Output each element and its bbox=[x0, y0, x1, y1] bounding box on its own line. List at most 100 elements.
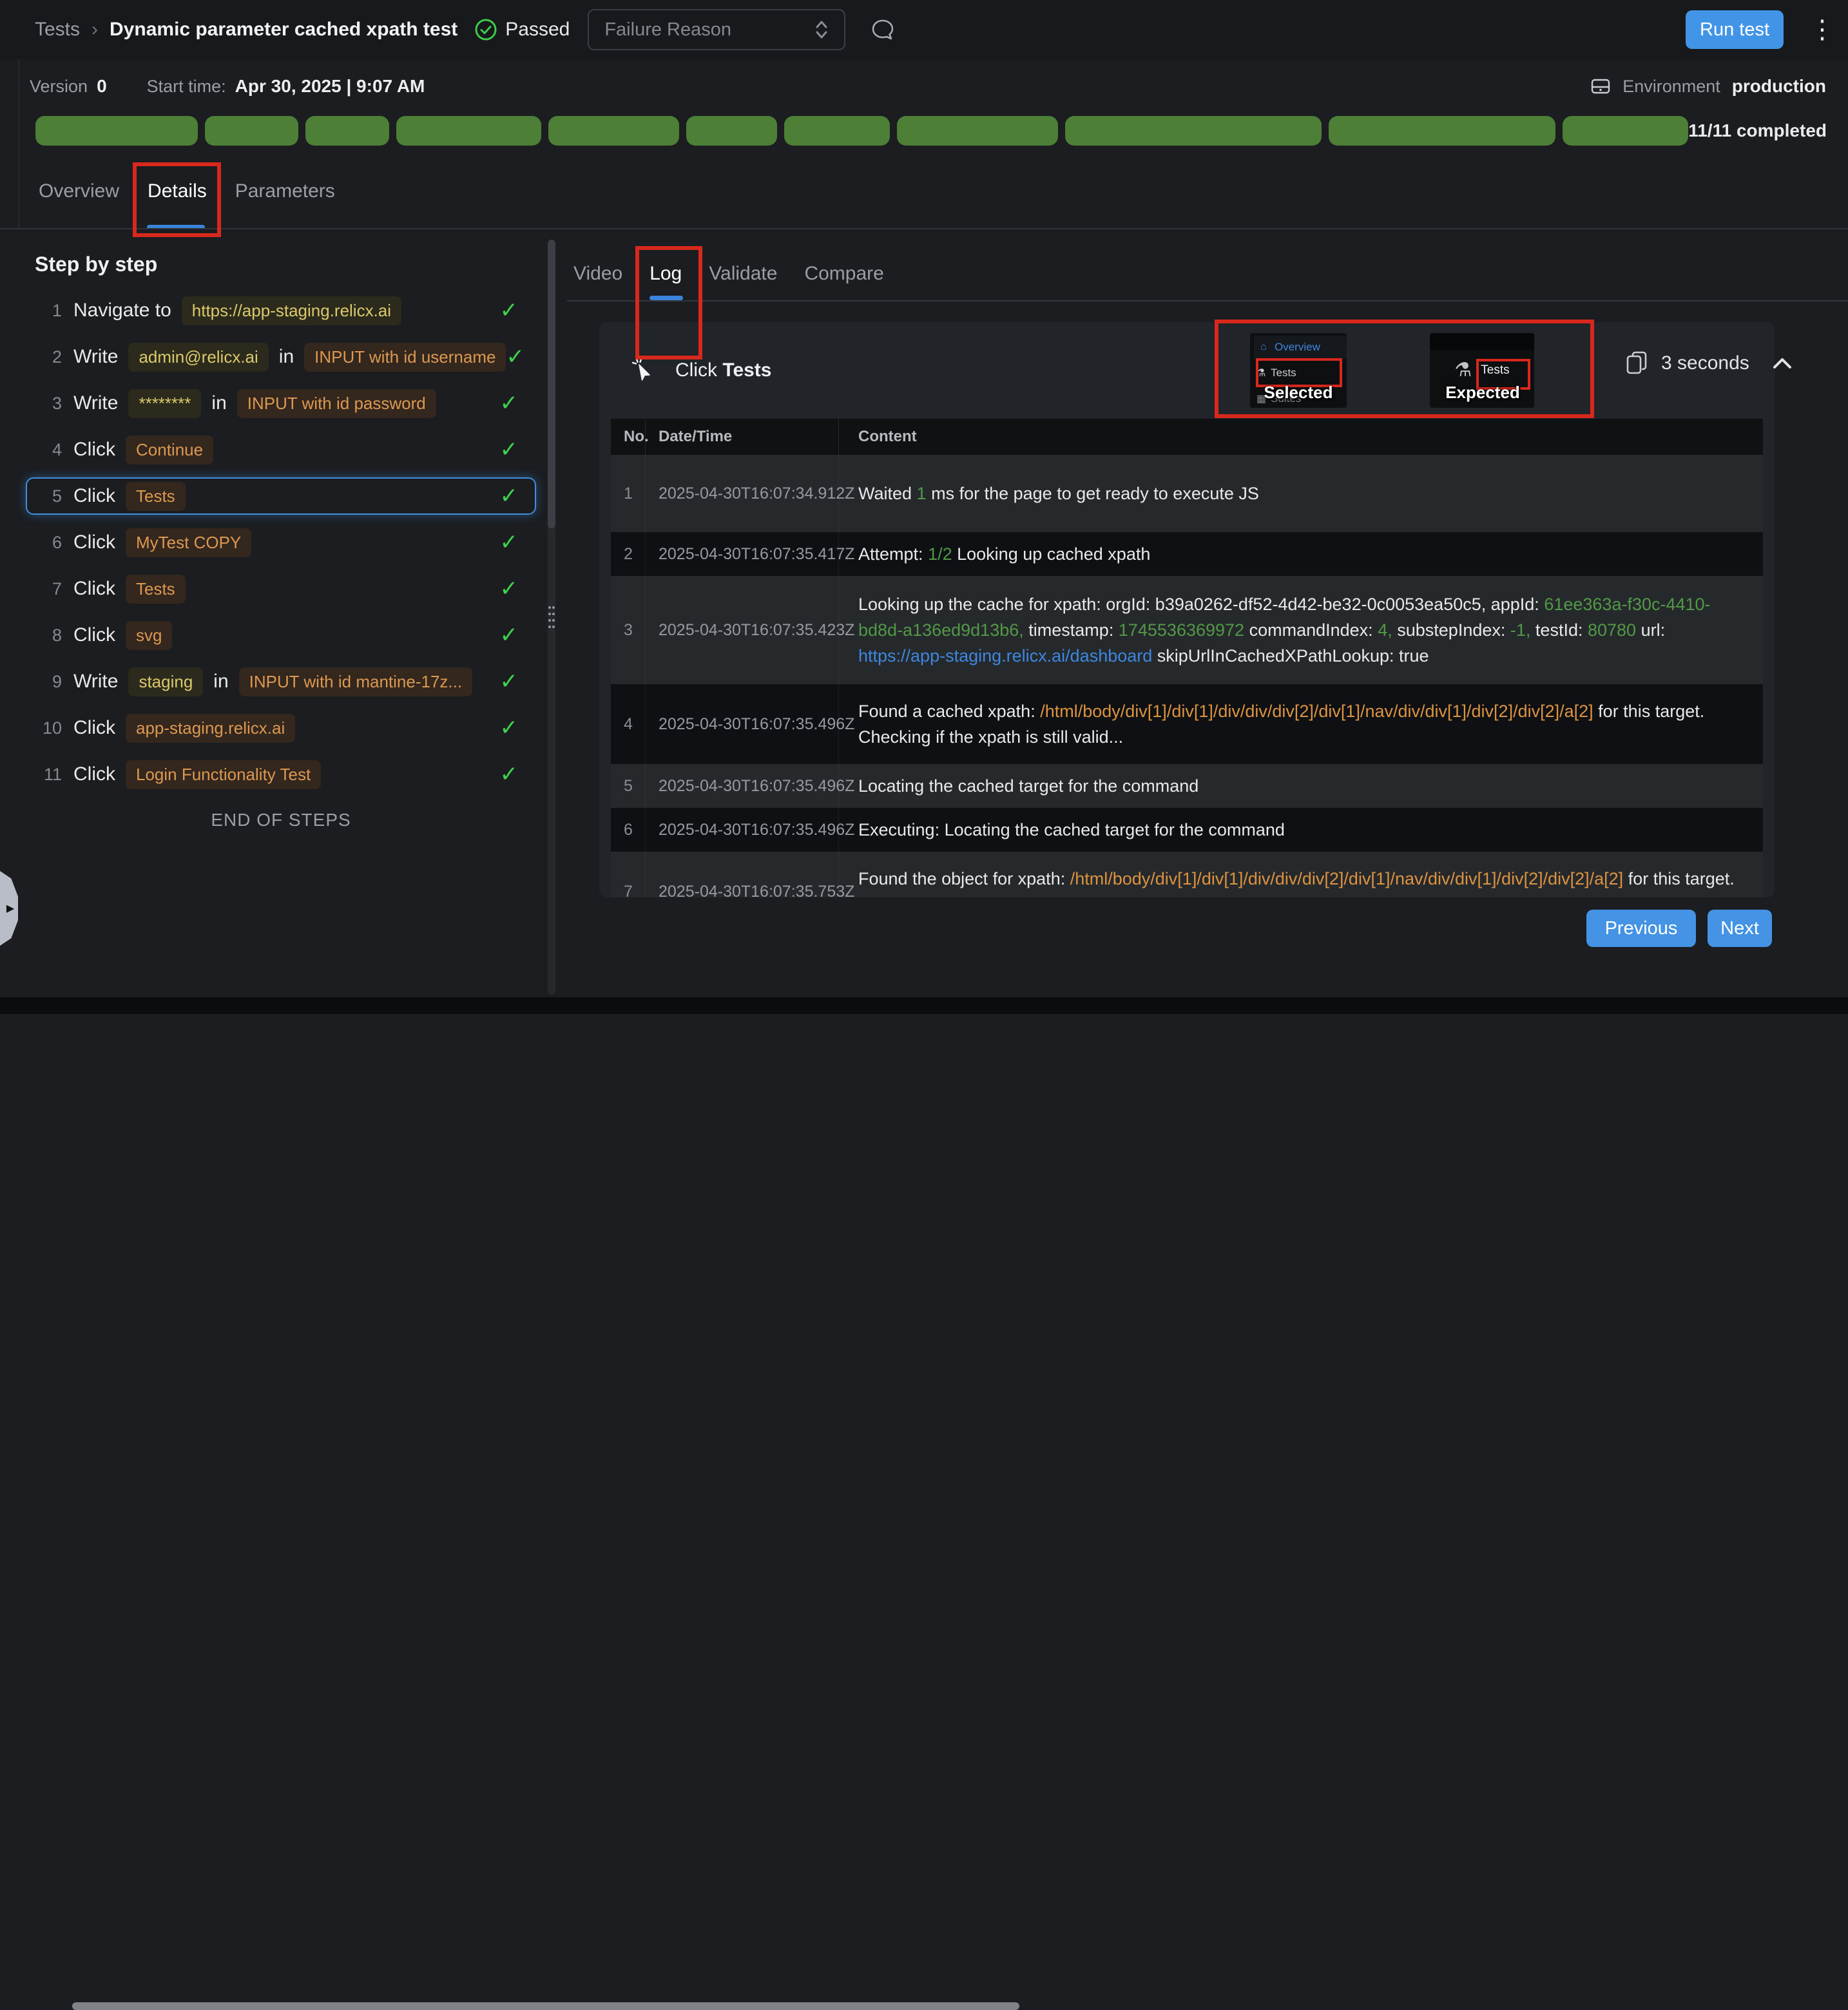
passed-check-circle-icon bbox=[474, 18, 497, 41]
sidebar-expand-handle[interactable]: ▶ bbox=[0, 871, 18, 946]
step-target-badge: INPUT with id username bbox=[304, 343, 506, 372]
step-action: Click bbox=[73, 439, 115, 461]
step-row[interactable]: 2Writeadmin@relicx.aiinINPUT with id use… bbox=[26, 338, 536, 376]
top-bar: Tests › Dynamic parameter cached xpath t… bbox=[0, 0, 1848, 59]
step-number: 2 bbox=[36, 347, 62, 367]
step-row[interactable]: 3Write********inINPUT with id password✓ bbox=[26, 385, 536, 422]
log-row-datetime: 2025-04-30T16:07:35.496Z bbox=[646, 764, 839, 808]
step-target-badge: Login Functionality Test bbox=[126, 760, 321, 789]
step-action: Click bbox=[73, 624, 115, 646]
step-in-word: in bbox=[213, 671, 228, 693]
step-row[interactable]: 4ClickContinue✓ bbox=[26, 431, 536, 468]
step-target-badge: Continue bbox=[126, 436, 213, 464]
step-value-badge: staging bbox=[128, 667, 203, 696]
log-row-content: Locating the cached target for the comma… bbox=[839, 764, 1763, 808]
step-row[interactable]: 6ClickMyTest COPY✓ bbox=[26, 524, 536, 561]
log-row: 52025-04-30T16:07:35.496ZLocating the ca… bbox=[611, 764, 1763, 808]
tab-details[interactable]: Details bbox=[148, 180, 207, 206]
step-passed-check-icon: ✓ bbox=[500, 622, 519, 648]
more-options-kebab-icon[interactable]: ⋮ bbox=[1809, 17, 1829, 43]
progress-segment bbox=[1329, 116, 1555, 146]
expected-thumbnail-label: Expected bbox=[1434, 383, 1531, 403]
panel-resize-grip[interactable] bbox=[543, 602, 560, 633]
environment-drive-icon bbox=[1589, 75, 1612, 98]
grip-dots-icon bbox=[546, 603, 557, 631]
failure-reason-select[interactable]: Failure Reason bbox=[588, 9, 845, 50]
main-tabs: Overview Details Parameters bbox=[39, 180, 335, 206]
steps-scrollbar-thumb[interactable] bbox=[548, 240, 555, 528]
step-number: 9 bbox=[36, 672, 62, 692]
log-row: 22025-04-30T16:07:35.417ZAttempt: 1/2 Lo… bbox=[611, 532, 1763, 576]
step-passed-check-icon: ✓ bbox=[500, 298, 519, 323]
page-title: Dynamic parameter cached xpath test bbox=[110, 19, 457, 41]
comment-bubble-icon[interactable] bbox=[869, 15, 897, 44]
log-row-content: Looking up the cache for xpath: orgId: b… bbox=[839, 576, 1763, 684]
step-action: Click bbox=[73, 717, 115, 739]
duration-text: 3 seconds bbox=[1661, 352, 1749, 374]
detail-tab-video[interactable]: Video bbox=[573, 263, 622, 289]
step-value-badge: https://app-staging.relicx.ai bbox=[182, 296, 401, 325]
step-passed-check-icon: ✓ bbox=[500, 576, 519, 602]
home-icon: ⌂ bbox=[1260, 341, 1275, 353]
log-row-number: 6 bbox=[611, 808, 646, 852]
step-passed-check-icon: ✓ bbox=[506, 344, 525, 370]
detail-tabs: Video Log Validate Compare bbox=[573, 263, 884, 289]
next-button[interactable]: Next bbox=[1708, 910, 1772, 947]
breadcrumb-tests[interactable]: Tests bbox=[35, 19, 80, 41]
detail-tab-log[interactable]: Log bbox=[650, 263, 682, 289]
step-row[interactable]: 10Clickapp-staging.relicx.ai✓ bbox=[26, 709, 536, 747]
detail-tab-validate[interactable]: Validate bbox=[709, 263, 777, 289]
progress-segment bbox=[548, 116, 679, 146]
click-cursor-icon bbox=[630, 356, 659, 385]
progress-segment bbox=[784, 116, 889, 146]
step-row[interactable]: 9WritestaginginINPUT with id mantine-17z… bbox=[26, 663, 536, 700]
step-passed-check-icon: ✓ bbox=[500, 761, 519, 787]
steps-panel-title: Step by step bbox=[35, 253, 536, 276]
step-action: Write bbox=[73, 671, 118, 693]
progress-completed-text: 11/11 completed bbox=[1688, 120, 1827, 141]
copy-icon[interactable] bbox=[1625, 350, 1650, 377]
step-action: Navigate to bbox=[73, 300, 171, 321]
step-target-badge: MyTest COPY bbox=[126, 528, 251, 557]
step-row[interactable]: 11 Click Login Functionality Test ✓ bbox=[26, 756, 536, 793]
horizontal-scrollbar-track[interactable] bbox=[0, 997, 1848, 1014]
failure-reason-placeholder: Failure Reason bbox=[604, 19, 731, 41]
previous-button[interactable]: Previous bbox=[1586, 910, 1696, 947]
log-row-content: Found the object for xpath: /html/body/d… bbox=[839, 852, 1763, 897]
step-row[interactable]: 5ClickTests✓ bbox=[26, 477, 536, 515]
step-passed-check-icon: ✓ bbox=[500, 669, 519, 694]
step-target-badge: Tests bbox=[126, 482, 186, 511]
tab-overview[interactable]: Overview bbox=[39, 180, 119, 206]
step-number: 11 bbox=[36, 765, 62, 785]
step-number: 4 bbox=[36, 440, 62, 460]
step-row[interactable]: 8Clicksvg✓ bbox=[26, 617, 536, 654]
progress-segment bbox=[1563, 116, 1688, 146]
expected-thumb-topbar bbox=[1430, 333, 1534, 350]
step-row[interactable]: 7ClickTests✓ bbox=[26, 570, 536, 608]
log-row-content: Executing: Locating the cached target fo… bbox=[839, 808, 1763, 852]
breadcrumb-separator: › bbox=[91, 19, 98, 41]
col-content: Content bbox=[839, 419, 1763, 455]
environment-value: production bbox=[1732, 76, 1826, 97]
flask-icon: ⚗ bbox=[1256, 367, 1271, 379]
log-card: Click Tests No. Date/Time Content 12025-… bbox=[599, 322, 1775, 897]
select-chevrons-icon bbox=[813, 18, 830, 41]
step-passed-check-icon: ✓ bbox=[500, 715, 519, 741]
progress-segment bbox=[396, 116, 541, 146]
step-action: Click bbox=[73, 485, 115, 507]
log-table-body: 12025-04-30T16:07:34.912ZWaited 1 ms for… bbox=[611, 455, 1763, 897]
log-row-content: Waited 1 ms for the page to get ready to… bbox=[839, 455, 1763, 532]
log-row-datetime: 2025-04-30T16:07:35.753Z bbox=[646, 852, 839, 897]
step-number: 8 bbox=[36, 626, 62, 646]
tabs-divider bbox=[0, 228, 1848, 229]
step-number: 7 bbox=[36, 579, 62, 599]
detail-tab-compare[interactable]: Compare bbox=[804, 263, 883, 289]
tab-parameters[interactable]: Parameters bbox=[235, 180, 335, 206]
step-row[interactable]: 1Navigate tohttps://app-staging.relicx.a… bbox=[26, 292, 536, 329]
step-action: Click bbox=[73, 763, 115, 785]
step-target-badge: Tests bbox=[126, 575, 186, 604]
run-test-button[interactable]: Run test bbox=[1686, 10, 1784, 49]
steps-list: 1Navigate tohttps://app-staging.relicx.a… bbox=[26, 292, 536, 793]
horizontal-scrollbar-thumb[interactable] bbox=[72, 2002, 1019, 2010]
collapse-log-button[interactable] bbox=[1770, 355, 1795, 372]
